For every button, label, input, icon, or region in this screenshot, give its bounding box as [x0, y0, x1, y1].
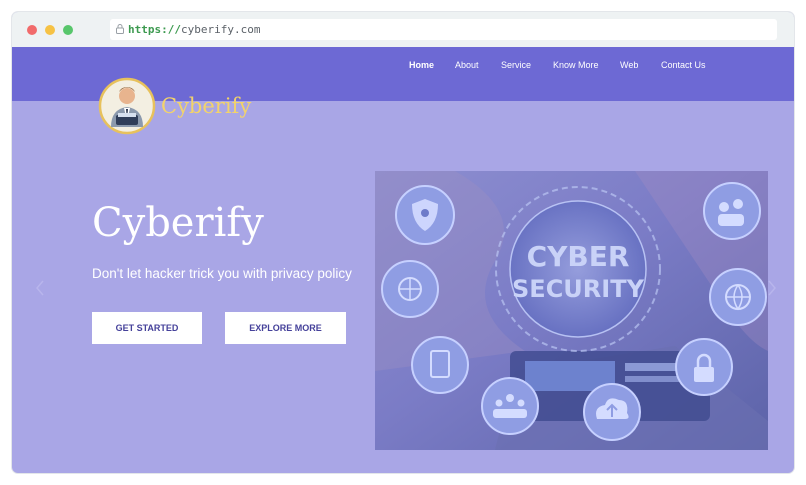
logo-avatar-icon: [98, 77, 156, 135]
users-icon: [703, 182, 761, 240]
nav-web[interactable]: Web: [620, 60, 638, 70]
nav-know-more[interactable]: Know More: [553, 60, 599, 70]
cloud-globe-icon: [381, 260, 439, 318]
hero-title: Cyberify: [92, 200, 264, 246]
close-window-button[interactable]: [27, 25, 37, 35]
hero-cyber-security-image: CYBER SECURITY: [375, 171, 768, 450]
shield-lock-icon: [395, 185, 455, 245]
image-security-text: SECURITY: [512, 275, 645, 303]
hero-subtitle: Don't let hacker trick you with privacy …: [92, 266, 352, 281]
nav-home[interactable]: Home: [409, 60, 434, 70]
maximize-window-button[interactable]: [63, 25, 73, 35]
url-text: https://cyberify.com: [128, 23, 261, 36]
nav-contact-us[interactable]: Contact Us: [661, 60, 706, 70]
get-started-button[interactable]: GET STARTED: [92, 312, 202, 344]
explore-more-button[interactable]: EXPLORE MORE: [225, 312, 346, 344]
carousel-prev-icon[interactable]: [34, 278, 46, 298]
browser-toolbar: https://cyberify.com: [12, 12, 794, 47]
cloud-upload-icon: [583, 383, 641, 441]
image-cyber-text: CYBER: [527, 240, 630, 273]
nav-about[interactable]: About: [455, 60, 479, 70]
lock-icon: [116, 24, 124, 34]
globe-icon: [709, 268, 767, 326]
address-bar[interactable]: https://cyberify.com: [110, 19, 777, 40]
nav-service[interactable]: Service: [501, 60, 531, 70]
people-icon: [481, 377, 539, 435]
minimize-window-button[interactable]: [45, 25, 55, 35]
logo-text: Cyberify: [161, 94, 252, 118]
browser-window: https://cyberify.com Home About Service …: [12, 12, 794, 473]
padlock-icon: [675, 338, 733, 396]
tablet-icon: [411, 336, 469, 394]
site-logo[interactable]: Cyberify: [98, 69, 278, 139]
